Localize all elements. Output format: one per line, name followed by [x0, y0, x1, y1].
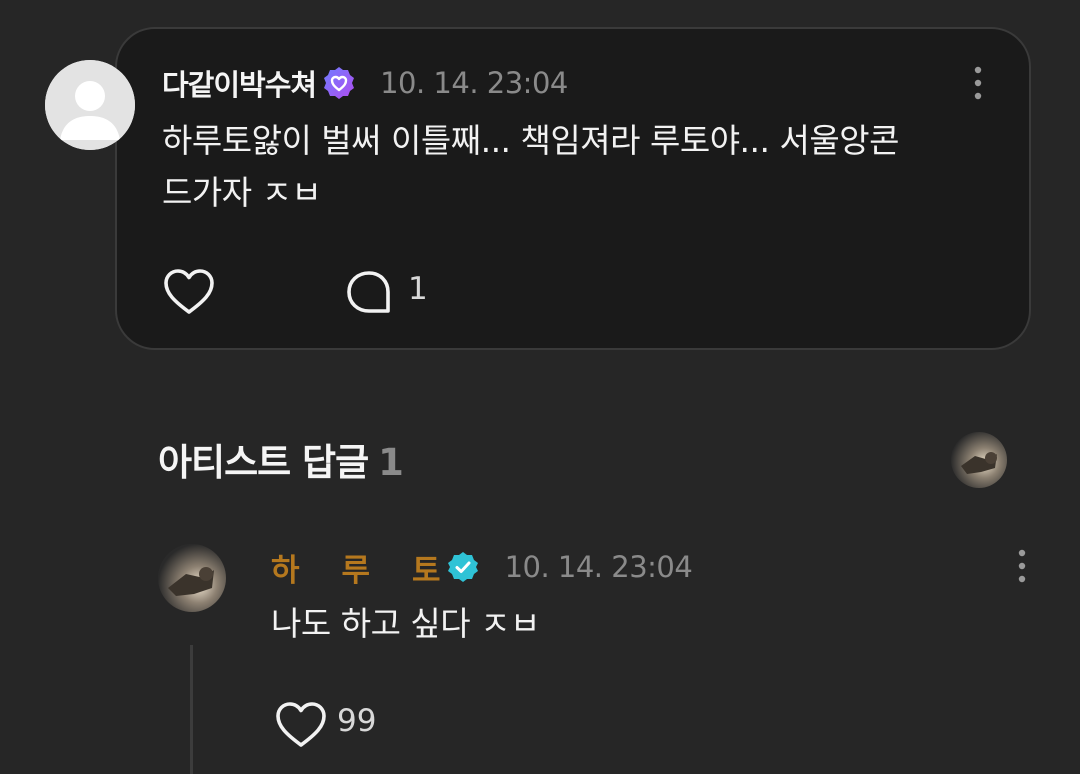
comment-count: 1	[408, 271, 428, 307]
post-author-name[interactable]: 다같이박수쳐	[162, 62, 317, 104]
post-body-line: 드가자 ㅈㅂ	[162, 173, 322, 212]
thread-connector-line	[190, 645, 193, 774]
post-body-line: 하루토앓이 벌써 이틀째... 책임져라 루토야... 서울앙콘	[162, 121, 899, 160]
speech-bubble-icon[interactable]	[345, 269, 393, 317]
heart-outline-icon[interactable]	[162, 267, 216, 317]
fan-heart-badge-icon	[322, 66, 356, 100]
more-vertical-icon[interactable]	[1015, 548, 1029, 584]
post-card: 다같이박수쳐 10. 14. 23:04 하루토앓이 벌써 이틀째... 책임져…	[115, 27, 1031, 350]
reply-like-count: 99	[337, 703, 377, 739]
reply-header: 하루토 10. 14. 23:04	[271, 544, 693, 590]
artist-thumbnail-avatar[interactable]	[951, 432, 1007, 488]
artist-replies-count: 1	[378, 441, 404, 484]
artist-avatar[interactable]	[158, 544, 226, 612]
reply-timestamp: 10. 14. 23:04	[504, 550, 693, 584]
verified-check-badge-icon	[447, 551, 479, 583]
post-body: 하루토앓이 벌써 이틀째... 책임져라 루토야... 서울앙콘 드가자 ㅈㅂ	[162, 115, 992, 219]
post-author-avatar[interactable]	[45, 60, 135, 150]
post-header: 다같이박수쳐 10. 14. 23:04	[162, 61, 568, 105]
artist-replies-label: 아티스트 답글	[158, 441, 369, 484]
post-timestamp: 10. 14. 23:04	[380, 66, 568, 100]
reply-body: 나도 하고 싶다 ㅈㅂ	[271, 604, 540, 643]
heart-outline-icon[interactable]	[274, 700, 328, 750]
comment-thread-screen: 다같이박수쳐 10. 14. 23:04 하루토앓이 벌써 이틀째... 책임져…	[0, 0, 1080, 774]
more-vertical-icon[interactable]	[971, 65, 985, 101]
artist-replies-title: 아티스트 답글 1	[158, 432, 404, 486]
